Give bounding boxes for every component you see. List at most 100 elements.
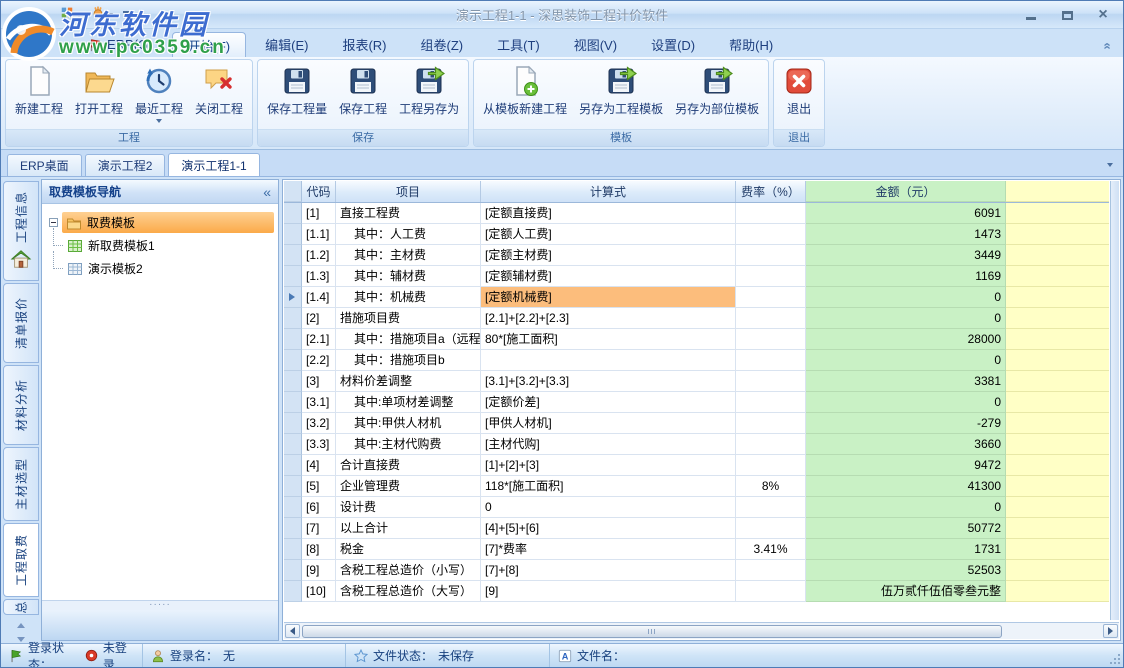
table-row[interactable]: [1.4]其中：机械费[定额机械费]0: [284, 287, 1109, 308]
cell-formula[interactable]: [7]*费率: [481, 539, 736, 560]
row-indicator[interactable]: [284, 413, 302, 434]
cell-extra[interactable]: [1006, 497, 1109, 518]
open-project-button[interactable]: 打开工程: [70, 62, 128, 129]
cell-extra[interactable]: [1006, 203, 1109, 224]
close-button[interactable]: ×: [1091, 7, 1115, 23]
sidebar-collapse-button[interactable]: «: [263, 184, 271, 200]
cell-formula[interactable]: [定额直接费]: [481, 203, 736, 224]
cell-formula[interactable]: [定额人工费]: [481, 224, 736, 245]
table-row[interactable]: [2.2]其中：措施项目b0: [284, 350, 1109, 371]
cell-extra[interactable]: [1006, 287, 1109, 308]
table-row[interactable]: [3.3]其中:主材代购费[主材代购]3660: [284, 434, 1109, 455]
cell-formula[interactable]: [1]+[2]+[3]: [481, 455, 736, 476]
table-row[interactable]: [8]税金[7]*费率3.41%1731: [284, 539, 1109, 560]
table-row[interactable]: [1]直接工程费[定额直接费]6091: [284, 203, 1109, 224]
table-row[interactable]: [1.1]其中：人工费[定额人工费]1473: [284, 224, 1109, 245]
column-header[interactable]: 计算式: [481, 181, 736, 202]
cell-item[interactable]: 企业管理费: [336, 476, 481, 497]
cell-formula[interactable]: [3.1]+[3.2]+[3.3]: [481, 371, 736, 392]
column-header[interactable]: 代码: [302, 181, 336, 202]
horizontal-scrollbar[interactable]: [284, 622, 1119, 639]
cell-amount[interactable]: 3660: [806, 434, 1006, 455]
cell-formula[interactable]: [2.1]+[2.2]+[2.3]: [481, 308, 736, 329]
row-indicator[interactable]: [284, 371, 302, 392]
cell-item[interactable]: 措施项目费: [336, 308, 481, 329]
cell-amount[interactable]: 1473: [806, 224, 1006, 245]
cell-item[interactable]: 其中:甲供人材机: [336, 413, 481, 434]
cell-formula[interactable]: [4]+[5]+[6]: [481, 518, 736, 539]
cell-rate[interactable]: [736, 413, 806, 434]
cell-rate[interactable]: [736, 455, 806, 476]
ribbon-tab[interactable]: 设置(D): [636, 32, 710, 57]
table-row[interactable]: [9]含税工程总造价（小写）[7]+[8]52503: [284, 560, 1109, 581]
row-indicator[interactable]: [284, 539, 302, 560]
table-row[interactable]: [6]设计费00: [284, 497, 1109, 518]
cell-item[interactable]: 含税工程总造价（大写）: [336, 581, 481, 602]
row-indicator[interactable]: [284, 455, 302, 476]
cell-item[interactable]: 含税工程总造价（小写）: [336, 560, 481, 581]
cell-rate[interactable]: [736, 581, 806, 602]
ribbon-collapse-button[interactable]: «: [1101, 42, 1113, 49]
cell-rate[interactable]: 8%: [736, 476, 806, 497]
cell-rate[interactable]: [736, 371, 806, 392]
ribbon-tab[interactable]: 报表(R): [327, 32, 401, 57]
cell-amount[interactable]: -279: [806, 413, 1006, 434]
cell-code[interactable]: [3.1]: [302, 392, 336, 413]
cell-code[interactable]: [1.4]: [302, 287, 336, 308]
tree-item[interactable]: 取费模板: [46, 211, 274, 234]
cell-rate[interactable]: 3.41%: [736, 539, 806, 560]
qat-pointer-button[interactable]: [88, 4, 116, 25]
cell-item[interactable]: 设计费: [336, 497, 481, 518]
cell-extra[interactable]: [1006, 539, 1109, 560]
row-indicator[interactable]: [284, 329, 302, 350]
cell-extra[interactable]: [1006, 560, 1109, 581]
new-from-template-button[interactable]: 从模板新建工程: [478, 62, 572, 129]
table-row[interactable]: [7]以上合计[4]+[5]+[6]50772: [284, 518, 1109, 539]
tree-item[interactable]: 演示模板2: [46, 257, 274, 280]
cell-rate[interactable]: [736, 392, 806, 413]
cell-amount[interactable]: 3381: [806, 371, 1006, 392]
new-project-button[interactable]: 新建工程: [10, 62, 68, 129]
minimize-button[interactable]: [1019, 7, 1043, 23]
cell-amount[interactable]: 6091: [806, 203, 1006, 224]
cell-item[interactable]: 其中:单项材差调整: [336, 392, 481, 413]
cell-formula[interactable]: [定额辅材费]: [481, 266, 736, 287]
cell-code[interactable]: [10]: [302, 581, 336, 602]
cell-code[interactable]: [6]: [302, 497, 336, 518]
cell-item[interactable]: 其中：措施项目b: [336, 350, 481, 371]
ribbon-tab[interactable]: 视图(V): [559, 32, 632, 57]
cell-formula[interactable]: 80*[施工面积]: [481, 329, 736, 350]
row-indicator[interactable]: [284, 497, 302, 518]
cell-amount[interactable]: 52503: [806, 560, 1006, 581]
ribbon-tab[interactable]: 工具(T): [482, 32, 555, 57]
scroll-left-button[interactable]: [285, 624, 300, 638]
sidebar-splitter[interactable]: ·····: [42, 600, 278, 610]
row-indicator[interactable]: [284, 308, 302, 329]
scroll-right-button[interactable]: [1103, 624, 1118, 638]
cell-formula[interactable]: [主材代购]: [481, 434, 736, 455]
table-row[interactable]: [1.2]其中：主材费[定额主材费]3449: [284, 245, 1109, 266]
cell-extra[interactable]: [1006, 581, 1109, 602]
ribbon-tab[interactable]: 开始(F): [172, 32, 247, 57]
ribbon-tab[interactable]: 帮助(H): [714, 32, 788, 57]
cell-extra[interactable]: [1006, 434, 1109, 455]
row-indicator[interactable]: [284, 266, 302, 287]
table-row[interactable]: [4]合计直接费[1]+[2]+[3]9472: [284, 455, 1109, 476]
cell-rate[interactable]: [736, 224, 806, 245]
cell-rate[interactable]: [736, 434, 806, 455]
table-row[interactable]: [5]企业管理费118*[施工面积]8%41300: [284, 476, 1109, 497]
row-indicator[interactable]: [284, 560, 302, 581]
cell-extra[interactable]: [1006, 371, 1109, 392]
cell-item[interactable]: 直接工程费: [336, 203, 481, 224]
row-indicator-current[interactable]: [284, 287, 302, 308]
cell-extra[interactable]: [1006, 224, 1109, 245]
cell-rate[interactable]: [736, 287, 806, 308]
cell-code[interactable]: [4]: [302, 455, 336, 476]
left-tab[interactable]: 工程取费: [3, 523, 39, 597]
scrollbar-thumb[interactable]: [302, 625, 1002, 638]
cell-extra[interactable]: [1006, 308, 1109, 329]
left-tab[interactable]: 总: [3, 599, 39, 615]
cell-amount[interactable]: 28000: [806, 329, 1006, 350]
qat-layout-button[interactable]: [57, 4, 85, 25]
cell-item[interactable]: 材料价差调整: [336, 371, 481, 392]
